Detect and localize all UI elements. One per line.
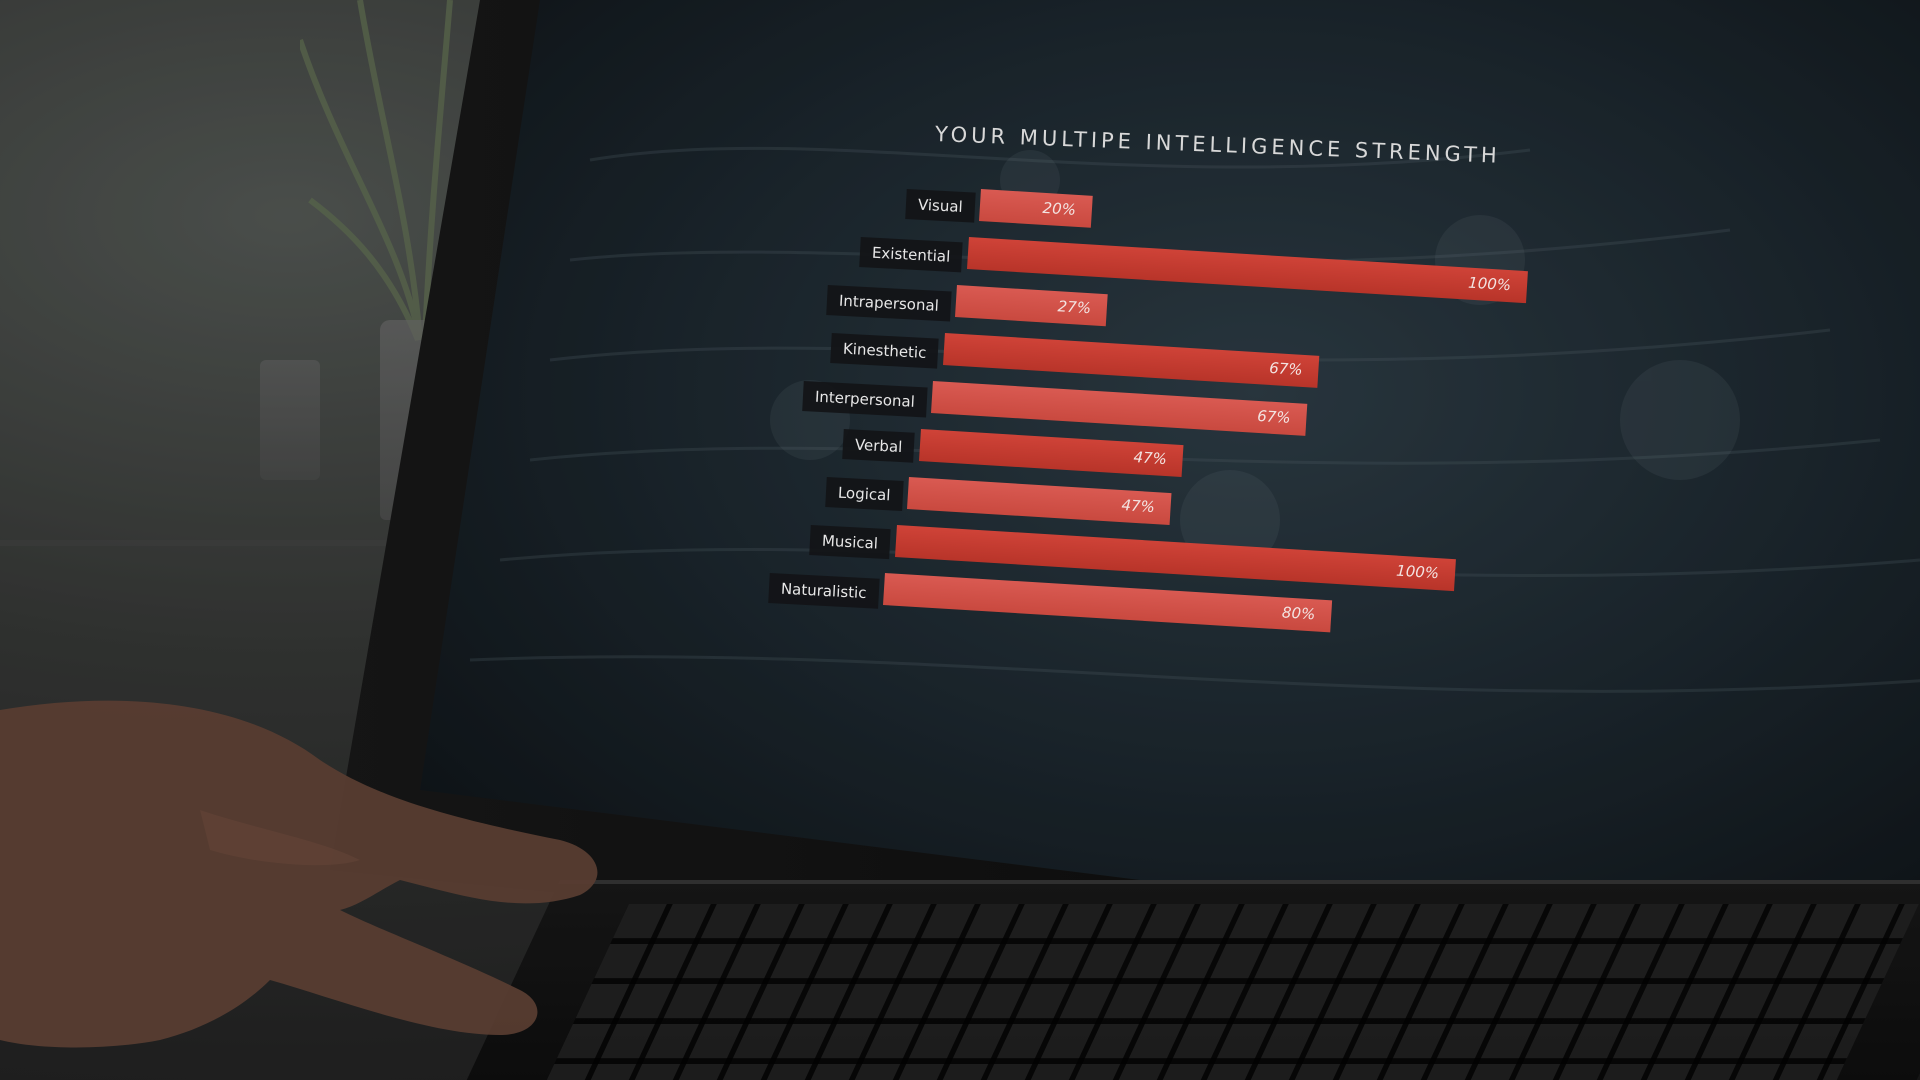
candle [260,360,320,480]
keyboard [455,880,1920,1080]
scene: YOUR MULTIPE INTELLIGENCE STRENGTH Visua… [0,0,1920,1080]
hand [0,700,598,1048]
keyboard-keys [535,904,1919,1080]
